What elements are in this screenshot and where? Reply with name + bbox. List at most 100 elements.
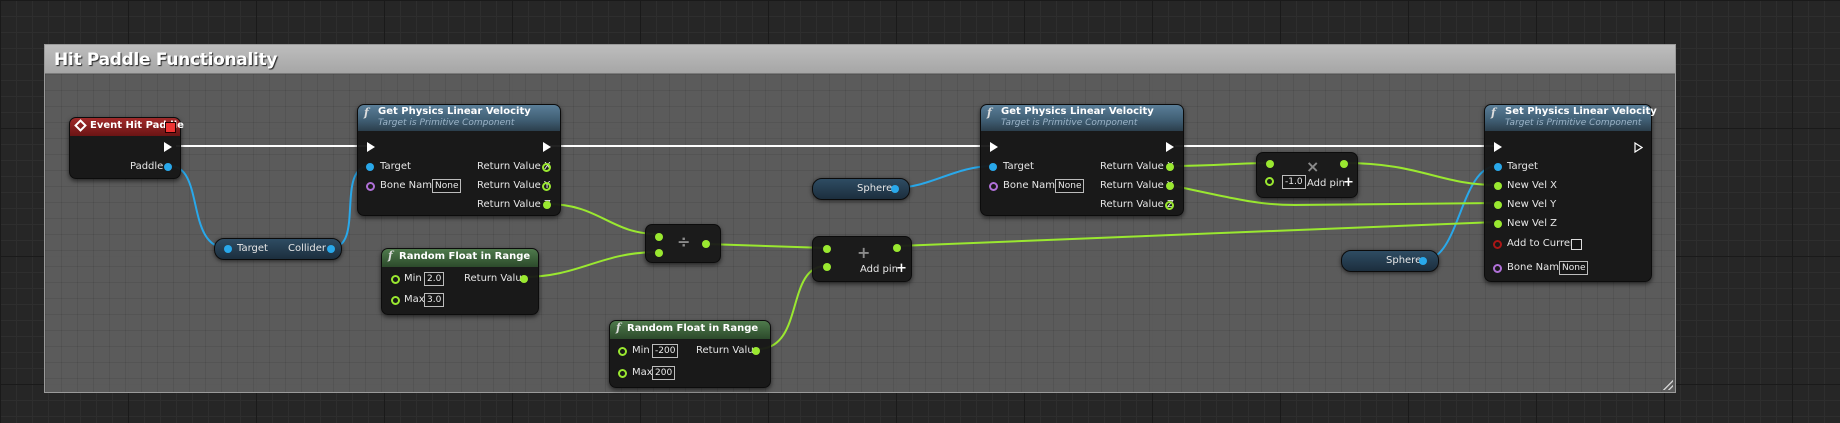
return-z-pin[interactable] <box>543 201 551 209</box>
pure-function-header[interactable]: f Random Float in Range <box>610 321 770 339</box>
get-physics-linear-velocity-node-1[interactable]: f Get Physics Linear Velocity Target is … <box>357 104 561 216</box>
return-x-pin[interactable] <box>1166 163 1174 171</box>
add-node[interactable]: + Add pin + <box>812 236 912 282</box>
divide-in-b-pin[interactable] <box>655 249 663 257</box>
node-title: Get Physics Linear Velocity <box>378 106 531 117</box>
node-subtitle: Target is Primitive Component <box>378 118 515 128</box>
max-label: Max <box>404 294 425 305</box>
min-pin[interactable] <box>618 347 627 356</box>
return-z-label: Return Value Z <box>477 199 551 210</box>
divide-out-pin[interactable] <box>702 240 710 248</box>
exec-in-pin[interactable] <box>990 142 998 152</box>
add-pin-label[interactable]: Add pin <box>860 264 898 275</box>
set-physics-linear-velocity-node[interactable]: f Set Physics Linear Velocity Target is … <box>1484 104 1657 282</box>
target-pin[interactable] <box>989 163 997 171</box>
return-y-label: Return Value Y <box>1100 180 1174 191</box>
float-wire <box>1169 162 1270 167</box>
random-float-in-range-node-2[interactable]: f Random Float in Range Min -200 Return … <box>609 320 771 388</box>
float-wire <box>705 243 827 249</box>
new-vel-z-pin[interactable] <box>1494 220 1502 228</box>
node-title: Random Float in Range <box>627 323 759 334</box>
target-label: Target <box>380 161 411 172</box>
multiply-in-b-pin[interactable] <box>1265 177 1274 186</box>
return-value-pin[interactable] <box>752 347 760 355</box>
function-header[interactable]: f Set Physics Linear Velocity Target is … <box>1485 105 1657 131</box>
max-field[interactable]: 200 <box>652 366 676 380</box>
collider-out-pin[interactable] <box>327 245 335 253</box>
max-field[interactable]: 3.0 <box>424 293 445 307</box>
return-value-pin[interactable] <box>520 275 528 283</box>
multiply-out-pin[interactable] <box>1340 160 1348 168</box>
add-to-current-label: Add to Current <box>1507 238 1581 249</box>
max-pin[interactable] <box>618 369 627 378</box>
float-wire <box>546 203 659 235</box>
function-header[interactable]: f Get Physics Linear Velocity Target is … <box>358 105 560 131</box>
multiply-node[interactable]: -1.0 × Add pin + <box>1256 152 1358 198</box>
new-vel-x-pin[interactable] <box>1494 182 1502 190</box>
bone-name-field[interactable]: None <box>432 179 462 193</box>
get-physics-linear-velocity-node-2[interactable]: f Get Physics Linear Velocity Target is … <box>980 104 1184 216</box>
add-pin-label[interactable]: Add pin <box>1307 178 1345 189</box>
divide-in-a-pin[interactable] <box>655 233 663 241</box>
function-header[interactable]: f Get Physics Linear Velocity Target is … <box>981 105 1183 131</box>
target-pin[interactable] <box>1494 163 1502 171</box>
add-to-current-checkbox[interactable] <box>1571 239 1582 250</box>
float-wire <box>522 251 659 278</box>
new-vel-x-label: New Vel X <box>1507 180 1558 191</box>
event-header[interactable]: Event Hit Paddle <box>70 118 184 136</box>
function-icon: f <box>987 106 992 119</box>
divide-node[interactable]: ÷ <box>645 224 721 263</box>
min-field[interactable]: 2.0 <box>424 272 445 286</box>
target-in-pin[interactable] <box>224 245 232 253</box>
bone-name-label: Bone Name <box>380 180 439 191</box>
target-pin[interactable] <box>366 163 374 171</box>
max-pin[interactable] <box>391 296 400 305</box>
return-z-label: Return Value Z <box>1100 199 1174 210</box>
exec-in-pin[interactable] <box>1494 142 1502 152</box>
node-title: Set Physics Linear Velocity <box>1505 106 1657 117</box>
multiply-value-field[interactable]: -1.0 <box>1282 175 1306 189</box>
paddle-pin-label: Paddle <box>130 161 164 172</box>
event-icon <box>74 119 87 132</box>
bone-name-pin[interactable] <box>1493 264 1502 273</box>
bone-name-field[interactable]: None <box>1559 261 1589 275</box>
exec-out-pin[interactable] <box>543 142 551 152</box>
return-y-pin[interactable] <box>542 182 551 191</box>
multiply-in-a-pin[interactable] <box>1266 160 1274 168</box>
exec-out-pin[interactable] <box>1166 142 1174 152</box>
event-hit-paddle-node[interactable]: Event Hit Paddle Paddle <box>69 117 184 179</box>
add-out-pin[interactable] <box>893 244 901 252</box>
exec-out-pin[interactable] <box>1634 142 1643 153</box>
exec-in-pin[interactable] <box>367 142 375 152</box>
min-field[interactable]: -200 <box>652 344 679 358</box>
delegate-pin-icon[interactable] <box>165 122 176 133</box>
target-collider-node[interactable]: Target Collider <box>214 238 342 260</box>
target-label: Target <box>1507 161 1538 172</box>
pure-function-header[interactable]: f Random Float in Range <box>382 249 538 267</box>
bone-name-pin[interactable] <box>366 182 375 191</box>
sphere-out-pin[interactable] <box>1419 257 1427 265</box>
random-float-in-range-node-1[interactable]: f Random Float in Range Min 2.0 Return V… <box>381 248 539 315</box>
exec-out-pin[interactable] <box>164 142 172 152</box>
add-pin-plus-icon[interactable]: + <box>1343 175 1354 190</box>
bone-name-pin[interactable] <box>989 182 998 191</box>
min-pin[interactable] <box>391 275 400 284</box>
return-x-pin[interactable] <box>542 163 551 172</box>
add-pin-plus-icon[interactable]: + <box>896 261 907 276</box>
sphere-reference-node-2[interactable]: Sphere <box>1341 250 1439 272</box>
paddle-pin[interactable] <box>164 163 172 171</box>
return-y-pin[interactable] <box>1166 182 1174 190</box>
add-in-a-pin[interactable] <box>823 245 831 253</box>
new-vel-y-pin[interactable] <box>1494 201 1502 209</box>
sphere-reference-node-1[interactable]: Sphere <box>812 178 910 200</box>
return-value-label: Return Value <box>464 273 528 284</box>
return-z-pin[interactable] <box>1165 201 1174 210</box>
divide-icon: ÷ <box>677 232 691 251</box>
sphere-out-pin[interactable] <box>891 185 899 193</box>
node-title: Random Float in Range <box>399 251 531 262</box>
add-in-b-pin[interactable] <box>823 263 831 271</box>
add-to-current-pin[interactable] <box>1493 240 1502 249</box>
node-subtitle: Target is Primitive Component <box>1001 118 1138 128</box>
bone-name-field[interactable]: None <box>1055 179 1085 193</box>
sphere-label: Sphere <box>857 183 893 194</box>
